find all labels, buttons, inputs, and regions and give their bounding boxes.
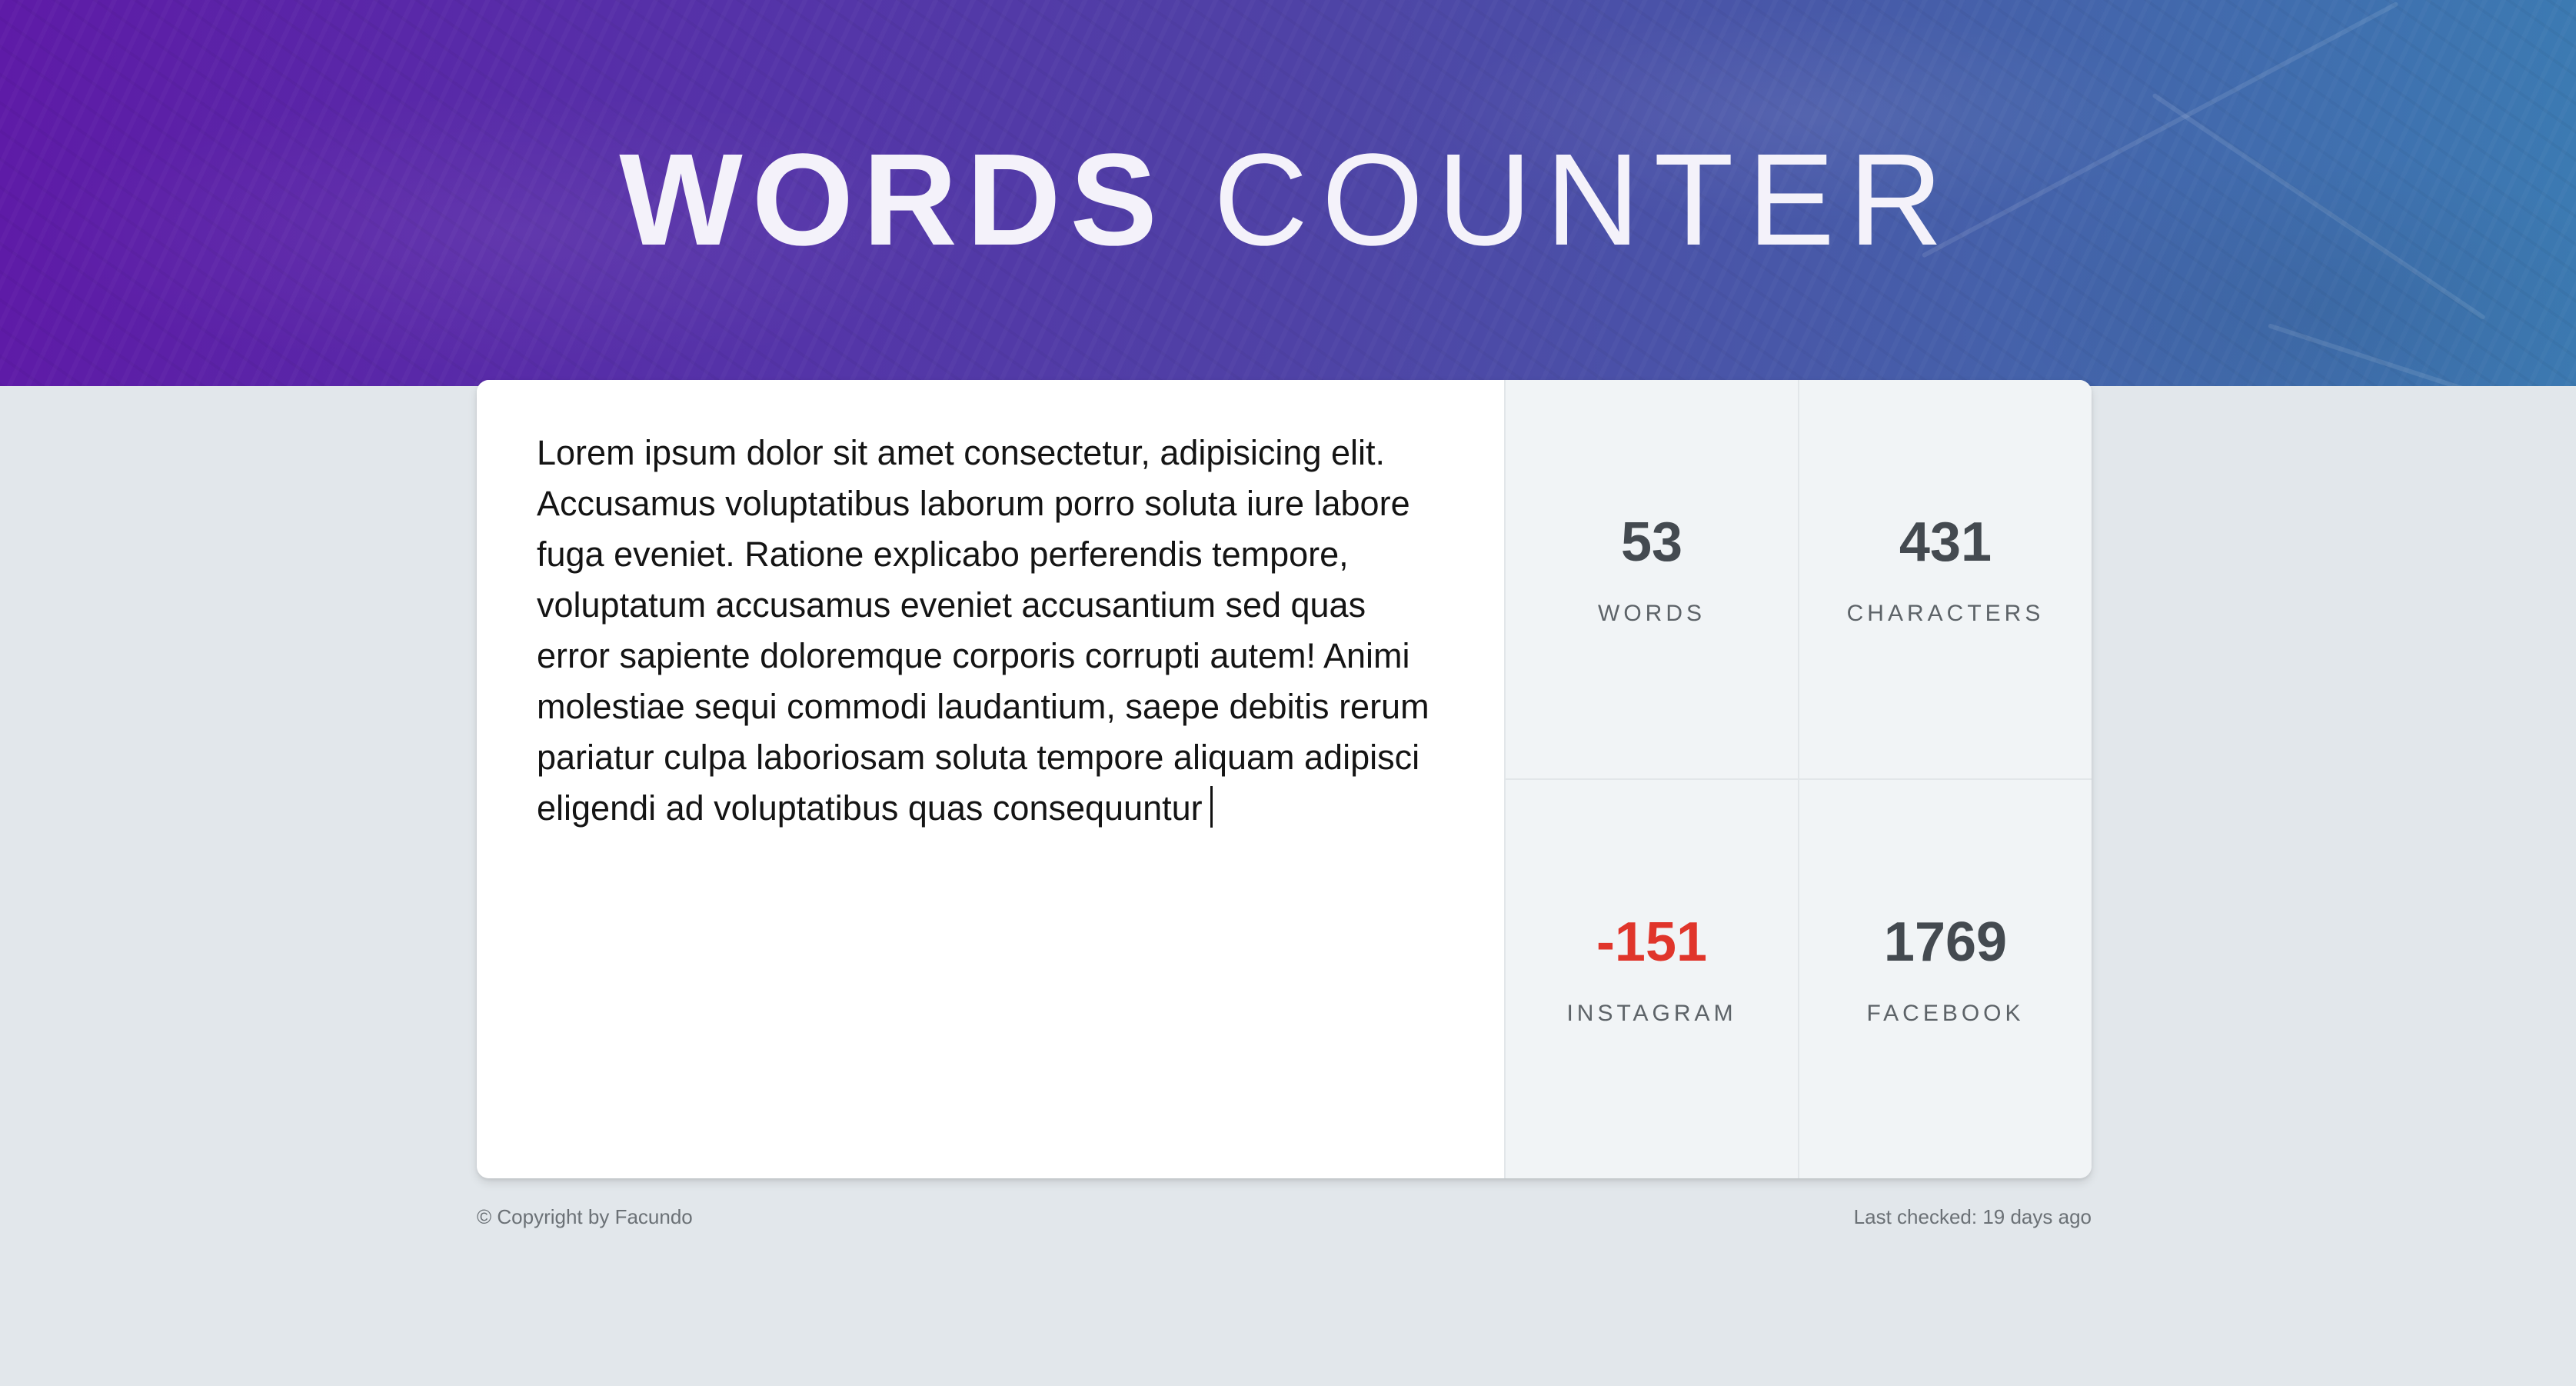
title-bold: WORDS: [619, 127, 1167, 273]
stat-characters: 431 CHARACTERS: [1798, 380, 2092, 780]
editor-text: Lorem ipsum dolor sit amet consectetur, …: [537, 433, 1429, 828]
words-count: 53: [1620, 511, 1683, 573]
page-title: WORDS COUNTER: [0, 123, 2576, 277]
hero-banner: WORDS COUNTER: [0, 0, 2576, 386]
page: WORDS COUNTER Lorem ipsum dolor sit amet…: [0, 0, 2576, 1386]
instagram-remaining: -151: [1596, 911, 1708, 973]
facebook-remaining: 1769: [1883, 911, 2008, 973]
title-light: COUNTER: [1213, 127, 1957, 273]
instagram-label: INSTAGRAM: [1566, 1001, 1737, 1026]
characters-count: 431: [1899, 511, 1992, 573]
stat-words: 53 WORDS: [1504, 380, 1798, 780]
copyright-text: © Copyright by Facundo: [477, 1205, 693, 1228]
text-caret: [1210, 786, 1213, 828]
text-editor[interactable]: Lorem ipsum dolor sit amet consectetur, …: [477, 380, 1504, 1178]
characters-label: CHARACTERS: [1846, 601, 2045, 626]
counter-card: Lorem ipsum dolor sit amet consectetur, …: [477, 380, 2092, 1178]
editor-content[interactable]: Lorem ipsum dolor sit amet consectetur, …: [537, 428, 1444, 834]
stats-grid: 53 WORDS 431 CHARACTERS -151 INSTAGRAM 1…: [1504, 380, 2092, 1178]
words-label: WORDS: [1598, 601, 1706, 626]
stat-facebook: 1769 FACEBOOK: [1798, 780, 2092, 1178]
stat-instagram: -151 INSTAGRAM: [1504, 780, 1798, 1178]
last-checked-text: Last checked: 19 days ago: [1853, 1205, 2092, 1228]
facebook-label: FACEBOOK: [1866, 1001, 2025, 1026]
